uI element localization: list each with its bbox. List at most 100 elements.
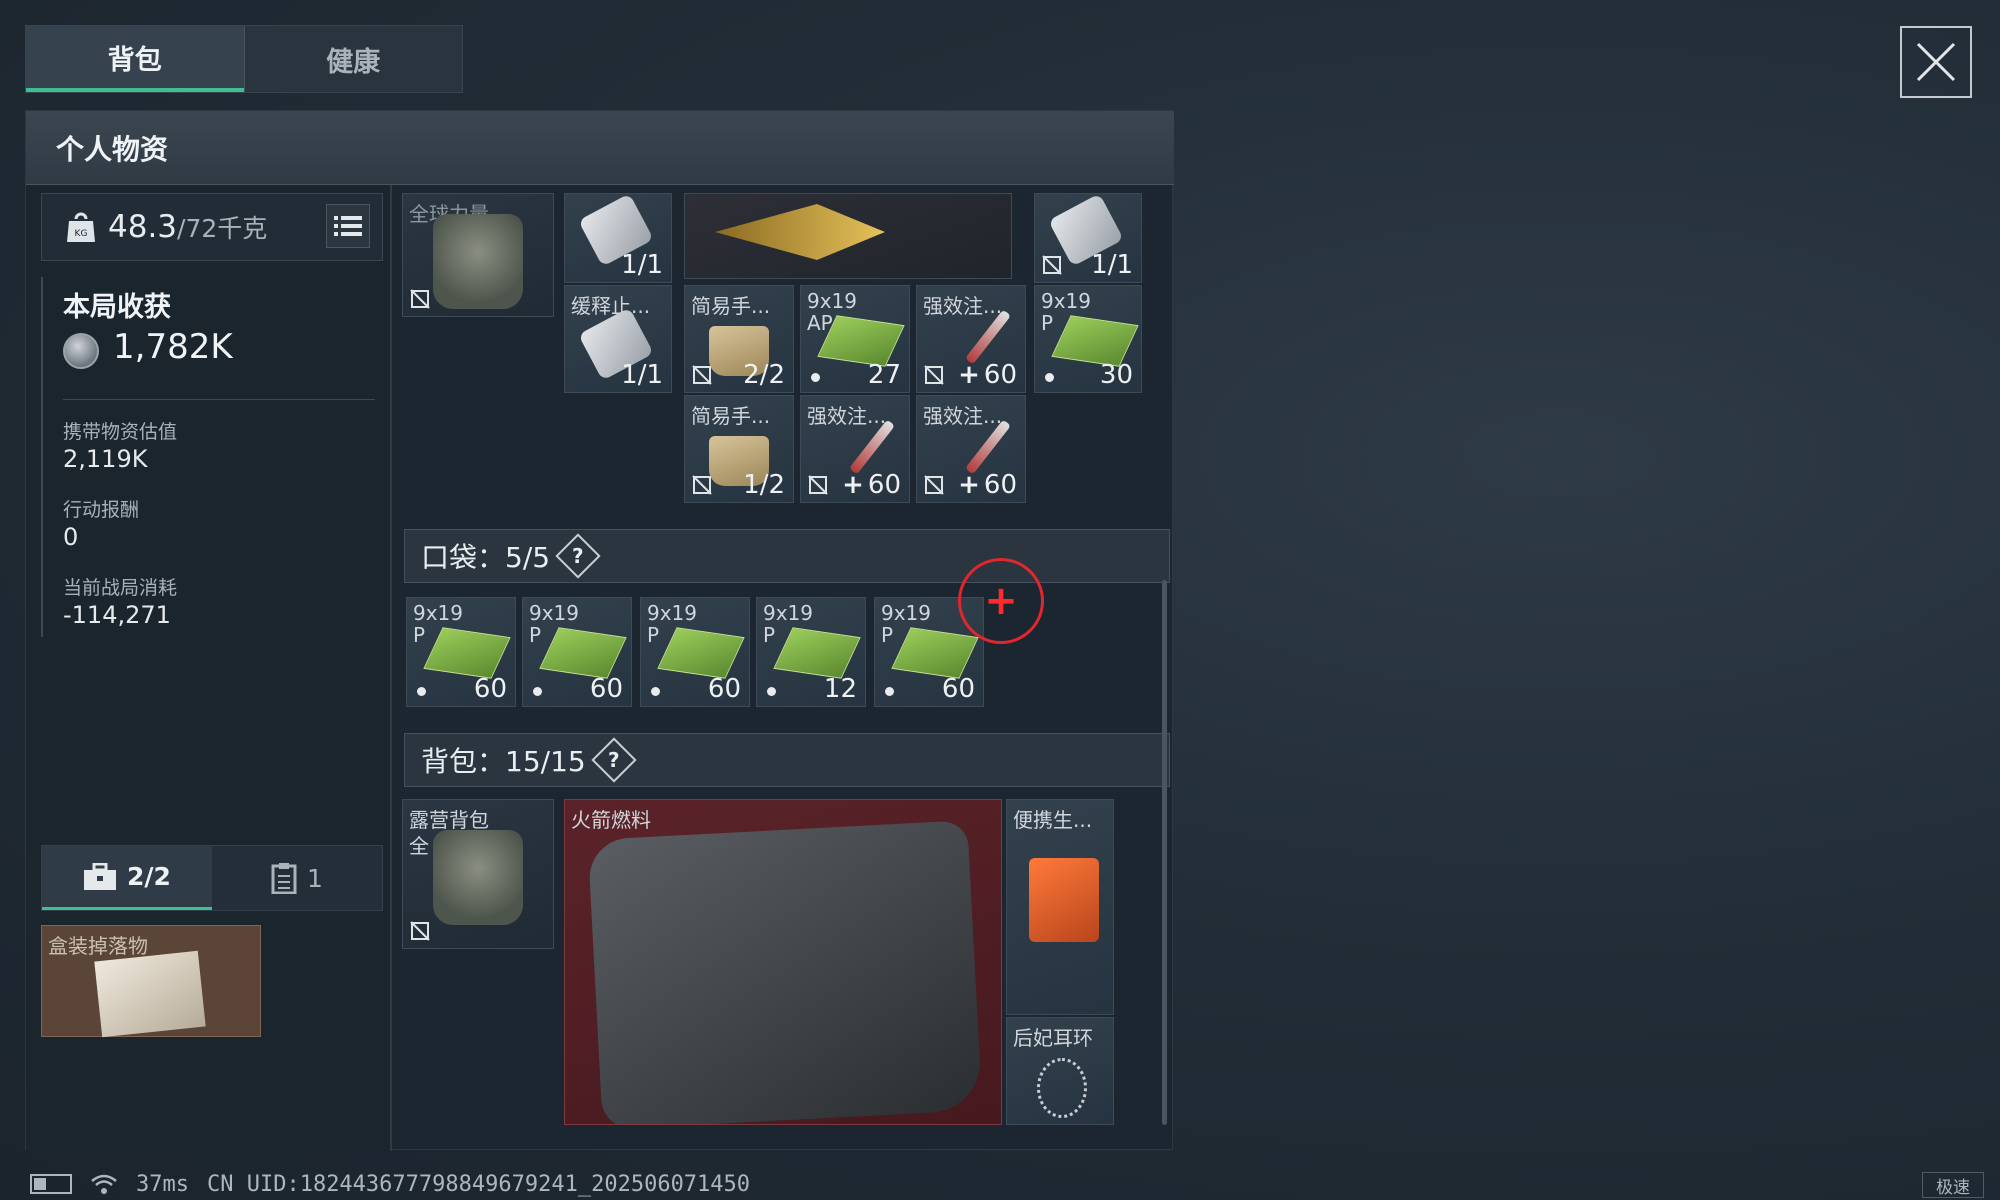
tab-clipboard[interactable]: 1 [212, 846, 382, 910]
item-slot[interactable]: 9x19 P 30 [1034, 285, 1142, 393]
stat-value: 2,119K [63, 445, 148, 473]
inventory-grid: 全球力量 1/1 1/1 缓释止... 1/1 简易手... 2/2 [394, 185, 1172, 1151]
plus-icon: + [842, 470, 864, 500]
container-tabs: 2/2 1 [41, 845, 383, 911]
backpack-image [433, 830, 523, 925]
item-slot[interactable]: 强效注... +60 [916, 395, 1026, 503]
wifi-icon [91, 1174, 117, 1194]
pocket-slot[interactable]: 9x19 P 60 [406, 597, 516, 707]
item-count: 30 [1099, 360, 1133, 390]
briefcase-icon [84, 862, 117, 890]
secure-box-slot[interactable]: 盒装掉落物 [41, 925, 261, 1038]
item-count: +60 [958, 470, 1017, 500]
backpack-label: 背包：15/15 [421, 745, 586, 778]
tab-health[interactable]: 健康 [243, 26, 463, 92]
pockets-header: 口袋：5/5 ? [404, 529, 1170, 583]
top-tabs: 背包 健康 [25, 25, 463, 93]
item-count: 60 [473, 674, 507, 704]
scrollbar[interactable] [1162, 580, 1167, 1125]
item-name: 盒装掉落物 [48, 934, 148, 958]
no-insure-icon [692, 365, 712, 385]
item-count: 2/2 [743, 360, 785, 390]
clipboard-count: 1 [307, 863, 323, 893]
no-insure-icon [410, 921, 430, 941]
tab-backpack[interactable]: 背包 [26, 26, 244, 92]
stats-sidebar: KG 48.3 /72千克 本局收获 1,782K 携带物资估值 2,119K … [26, 185, 392, 1151]
item-name: 后妃耳环 [1013, 1026, 1093, 1050]
pockets-label: 口袋：5/5 [421, 541, 551, 574]
status-bar: 37ms CN UID:18244367779884967924​1_20250… [0, 1168, 2000, 1200]
secure-container-count: 2/2 [127, 862, 171, 891]
box-item-image [94, 950, 206, 1038]
panel-title: 个人物资 [26, 111, 1174, 185]
help-button[interactable]: ? [591, 737, 637, 783]
item-count: 60 [941, 674, 975, 704]
no-insure-icon [1042, 255, 1062, 275]
earrings-slot[interactable]: 后妃耳环 [1006, 1017, 1114, 1125]
vest-image [433, 214, 523, 309]
item-slot[interactable]: 1/1 [564, 193, 672, 283]
item-name: 简易手... [691, 404, 771, 428]
item-count-value: 60 [983, 360, 1017, 390]
item-slot-wide[interactable] [684, 193, 1012, 279]
harvest-summary: 本局收获 1,782K 携带物资估值 2,119K 行动报酬 0 当前战局消耗 … [41, 277, 383, 637]
bullet-dot [651, 687, 660, 696]
item-name: 强效注... [923, 294, 1003, 318]
uid-text: CN UID:18244367779884967924​1_2025060714… [206, 1171, 751, 1197]
item-subname: 全 [409, 834, 429, 858]
stat-label: 携带物资估值 [63, 421, 178, 443]
item-slot[interactable]: 缓释止... 1/1 [564, 285, 672, 393]
bullet-dot [533, 687, 542, 696]
item-slot[interactable]: 9x19 AP 27 [800, 285, 910, 393]
vest-slot[interactable]: 全球力量 [402, 193, 554, 317]
no-insure-icon [692, 475, 712, 495]
add-slot-marker[interactable]: + [958, 558, 1044, 644]
item-count: 12 [823, 674, 857, 704]
backpack-header: 背包：15/15 ? [404, 733, 1170, 787]
item-name: 便携生... [1013, 808, 1093, 832]
generator-image [1029, 858, 1099, 942]
weight-max: /72千克 [177, 214, 268, 243]
help-button[interactable]: ? [555, 533, 601, 579]
tab-secure-container[interactable]: 2/2 [42, 846, 212, 910]
pocket-slot[interactable]: 9x19 P 12 [756, 597, 866, 707]
weight-icon: KG [67, 212, 95, 242]
plus-icon: + [984, 578, 1018, 624]
backpack-slot[interactable]: 露营背包 全 [402, 799, 554, 949]
gold-item-image [715, 204, 885, 260]
stat-label: 当前战局消耗 [63, 577, 178, 599]
harvest-total: 1,782K [113, 327, 233, 367]
stat-value: -114,271 [63, 601, 171, 629]
item-count: 1/1 [621, 250, 663, 280]
item-count: 1/1 [1091, 250, 1133, 280]
item-slot[interactable]: 1/1 [1034, 193, 1142, 283]
speed-tag: 极速 [1922, 1172, 1984, 1198]
bullet-dot [767, 687, 776, 696]
close-button[interactable] [1900, 26, 1972, 98]
weight-current: 48.3 [108, 209, 178, 245]
pocket-slot[interactable]: 9x19 P 60 [640, 597, 750, 707]
generator-slot[interactable]: 便携生... [1006, 799, 1114, 1015]
bullet-dot [811, 373, 820, 382]
no-insure-icon [924, 475, 944, 495]
item-slot[interactable]: 简易手... 1/2 [684, 395, 794, 503]
item-slot[interactable]: 强效注... +60 [916, 285, 1026, 393]
item-count: 60 [589, 674, 623, 704]
svg-text:KG: KG [75, 229, 88, 239]
item-count-value: 60 [867, 470, 901, 500]
question-icon: ? [572, 543, 584, 568]
jerrycan-image [587, 820, 983, 1124]
harvest-title: 本局收获 [63, 292, 171, 323]
item-slot[interactable]: 简易手... 2/2 [684, 285, 794, 393]
question-icon: ? [607, 747, 620, 772]
pocket-slot[interactable]: 9x19 P 60 [522, 597, 632, 707]
bullet-dot [885, 687, 894, 696]
item-count-value: 60 [983, 470, 1017, 500]
no-insure-icon [808, 475, 828, 495]
list-icon [334, 216, 362, 236]
rocket-fuel-slot[interactable]: 火箭燃料 [564, 799, 1002, 1125]
stat-label: 行动报酬 [63, 499, 140, 521]
plus-icon: + [958, 360, 980, 390]
item-slot[interactable]: 强效注... +60 [800, 395, 910, 503]
list-view-button[interactable] [326, 204, 370, 248]
